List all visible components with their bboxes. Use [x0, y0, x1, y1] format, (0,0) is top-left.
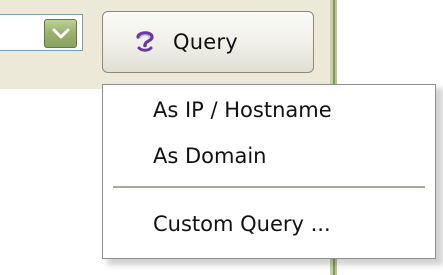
query-combobox[interactable]: [0, 14, 83, 51]
chevron-down-icon: [52, 28, 69, 38]
query-icon: [136, 31, 154, 52]
query-button-label: Query: [173, 30, 238, 54]
query-dropdown-menu: As IP / Hostname As Domain Custom Query …: [102, 84, 436, 259]
menu-item-custom-query[interactable]: Custom Query ...: [153, 209, 331, 239]
menu-item-as-ip-hostname[interactable]: As IP / Hostname: [153, 95, 332, 125]
query-button[interactable]: Query: [102, 11, 314, 73]
menu-item-as-domain[interactable]: As Domain: [153, 141, 266, 171]
combo-dropdown-button[interactable]: [44, 19, 77, 48]
menu-separator: [113, 186, 425, 189]
